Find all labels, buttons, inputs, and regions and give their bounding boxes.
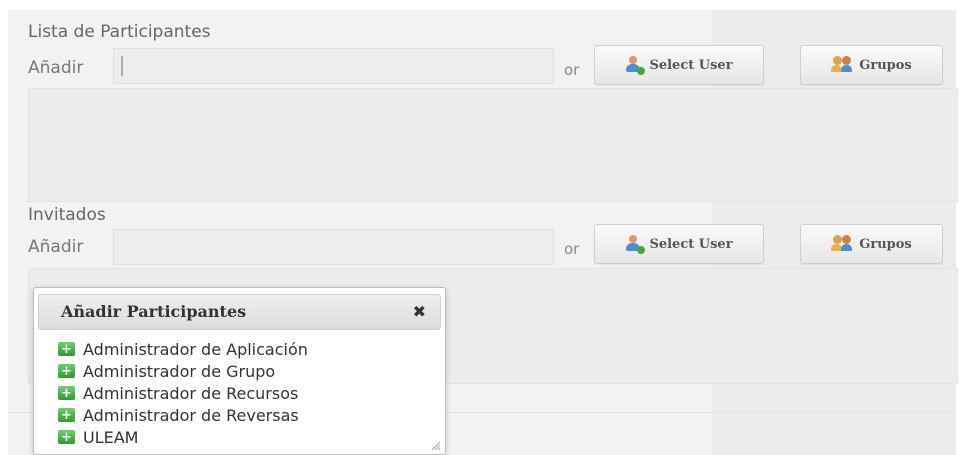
participants-search-input[interactable] xyxy=(113,48,554,84)
popup-item-admin-aplicacion[interactable]: + Administrador de Aplicación xyxy=(58,338,438,360)
popup-item-admin-recursos[interactable]: + Administrador de Recursos xyxy=(58,382,438,404)
participants-title: Lista de Participantes xyxy=(28,22,211,42)
resize-grip-icon[interactable] xyxy=(429,439,441,451)
group-icon xyxy=(831,56,853,74)
popup-item-label: ULEAM xyxy=(83,427,139,447)
guests-add-label: Añadir xyxy=(28,237,84,257)
participants-select-user-label: Select User xyxy=(649,57,733,73)
popup-item-uleam[interactable]: + ULEAM xyxy=(58,426,438,448)
guests-groups-button[interactable]: Grupos xyxy=(800,224,943,264)
popup-item-admin-reversas[interactable]: + Administrador de Reversas xyxy=(58,404,438,426)
guests-select-user-label: Select User xyxy=(649,236,733,252)
guests-or-label: or xyxy=(564,240,580,258)
add-green-icon: + xyxy=(58,408,75,422)
add-green-icon: + xyxy=(58,386,75,400)
add-green-icon: + xyxy=(58,342,75,356)
participants-groups-button[interactable]: Grupos xyxy=(800,45,943,85)
participants-groups-label: Grupos xyxy=(859,57,912,73)
popup-role-list: + Administrador de Aplicación + Administ… xyxy=(58,338,438,448)
popup-item-admin-grupo[interactable]: + Administrador de Grupo xyxy=(58,360,438,382)
guests-title: Invitados xyxy=(28,205,106,225)
participants-add-label: Añadir xyxy=(28,58,84,78)
participants-or-label: or xyxy=(564,61,580,79)
popup-item-label: Administrador de Grupo xyxy=(83,361,276,381)
popup-item-label: Administrador de Aplicación xyxy=(83,339,308,359)
add-green-icon: + xyxy=(58,364,75,378)
guests-groups-label: Grupos xyxy=(859,236,912,252)
add-participants-popup: Añadir Participantes ✖ + Administrador d… xyxy=(33,287,446,455)
participants-list xyxy=(28,88,958,202)
add-user-icon xyxy=(625,235,646,254)
popup-title: Añadir Participantes xyxy=(61,302,247,321)
group-icon xyxy=(831,235,853,253)
popup-item-label: Administrador de Reversas xyxy=(83,405,299,425)
popup-header: Añadir Participantes ✖ xyxy=(38,294,441,330)
participants-input-caret xyxy=(121,56,123,76)
guests-select-user-button[interactable]: Select User xyxy=(594,224,764,264)
guests-search-input[interactable] xyxy=(113,229,554,265)
add-green-icon: + xyxy=(58,430,75,444)
app-frame: Lista de Participantes Añadir or Select … xyxy=(0,0,959,455)
close-icon[interactable]: ✖ xyxy=(413,302,426,321)
participants-select-user-button[interactable]: Select User xyxy=(594,45,764,85)
add-user-icon xyxy=(625,56,646,75)
popup-item-label: Administrador de Recursos xyxy=(83,383,299,403)
